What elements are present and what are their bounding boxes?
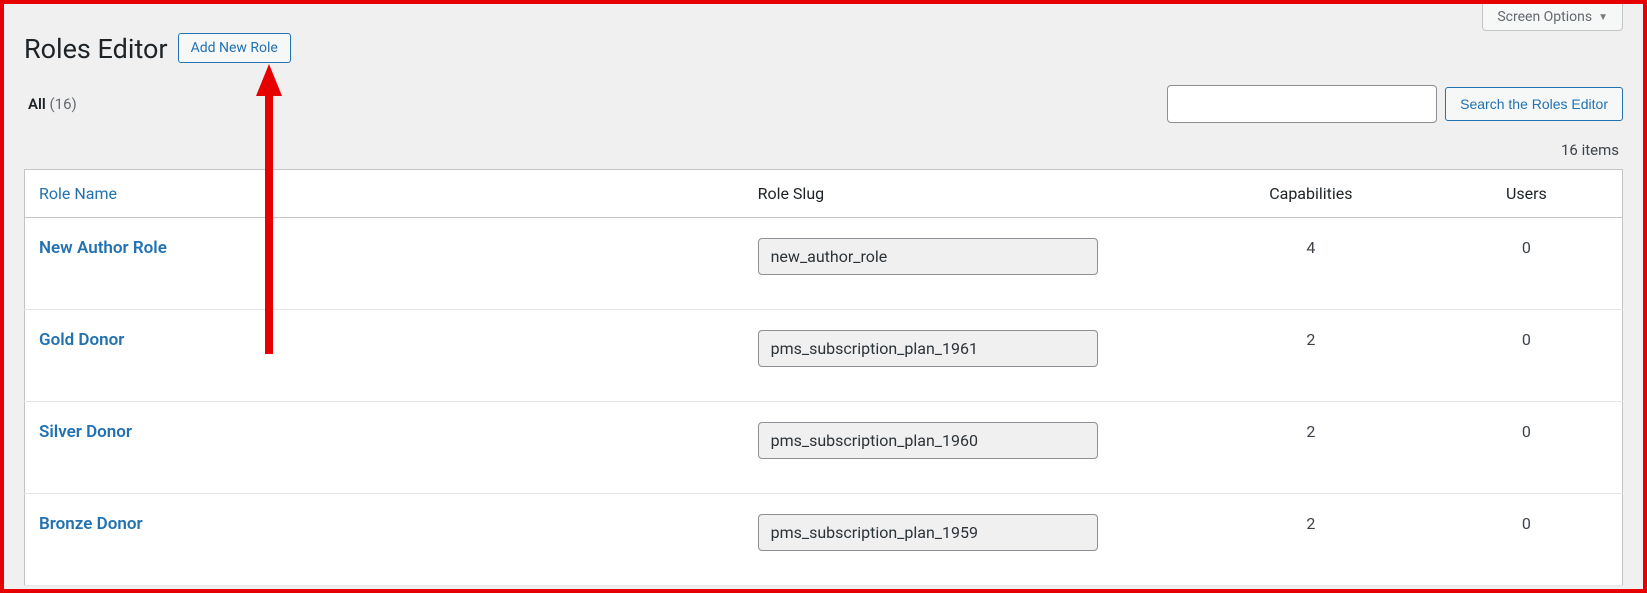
screen-options-tab[interactable]: Screen Options ▼ [1482, 4, 1623, 31]
page-title: Roles Editor [24, 32, 168, 67]
add-new-role-button[interactable]: Add New Role [178, 33, 291, 63]
filter-count: (16) [50, 95, 77, 113]
role-name-link[interactable]: Gold Donor [39, 330, 124, 350]
column-header-slug: Role Slug [744, 170, 1191, 218]
column-header-capabilities: Capabilities [1191, 170, 1431, 218]
table-row: Gold Donor pms_subscription_plan_1961 20 [25, 310, 1623, 402]
role-users-cell: 0 [1431, 310, 1623, 402]
role-slug-box: pms_subscription_plan_1961 [758, 330, 1098, 367]
role-slug-box: new_author_role [758, 238, 1098, 275]
role-capabilities-cell: 2 [1191, 402, 1431, 494]
role-slug-cell: pms_subscription_plan_1959 [744, 494, 1191, 586]
roles-table: Role Name Role Slug Capabilities Users N… [24, 169, 1623, 586]
role-name-cell: Silver Donor [25, 402, 744, 494]
role-name-cell: Gold Donor [25, 310, 744, 402]
role-users-cell: 0 [1431, 494, 1623, 586]
table-row: Bronze Donor pms_subscription_plan_1959 20 [25, 494, 1623, 586]
role-users-cell: 0 [1431, 402, 1623, 494]
role-name-cell: New Author Role [25, 218, 744, 310]
search-button[interactable]: Search the Roles Editor [1445, 87, 1623, 121]
column-header-name[interactable]: Role Name [25, 170, 744, 218]
role-name-link[interactable]: Bronze Donor [39, 514, 143, 534]
role-capabilities-cell: 4 [1191, 218, 1431, 310]
role-slug-cell: pms_subscription_plan_1961 [744, 310, 1191, 402]
table-row: Silver Donor pms_subscription_plan_1960 20 [25, 402, 1623, 494]
role-name-cell: Bronze Donor [25, 494, 744, 586]
column-header-users: Users [1431, 170, 1623, 218]
role-slug-cell: new_author_role [744, 218, 1191, 310]
role-slug-cell: pms_subscription_plan_1960 [744, 402, 1191, 494]
role-name-link[interactable]: Silver Donor [39, 422, 132, 442]
filter-all[interactable]: All (16) [24, 95, 77, 113]
table-row: New Author Role new_author_role 40 [25, 218, 1623, 310]
chevron-down-icon: ▼ [1598, 12, 1608, 23]
role-slug-box: pms_subscription_plan_1960 [758, 422, 1098, 459]
filter-label: All [28, 95, 46, 113]
items-count: 16 items [1561, 141, 1619, 159]
screen-options-label: Screen Options [1497, 9, 1592, 25]
role-capabilities-cell: 2 [1191, 494, 1431, 586]
role-capabilities-cell: 2 [1191, 310, 1431, 402]
role-users-cell: 0 [1431, 218, 1623, 310]
search-input[interactable] [1167, 85, 1437, 123]
role-name-link[interactable]: New Author Role [39, 238, 167, 258]
role-slug-box: pms_subscription_plan_1959 [758, 514, 1098, 551]
